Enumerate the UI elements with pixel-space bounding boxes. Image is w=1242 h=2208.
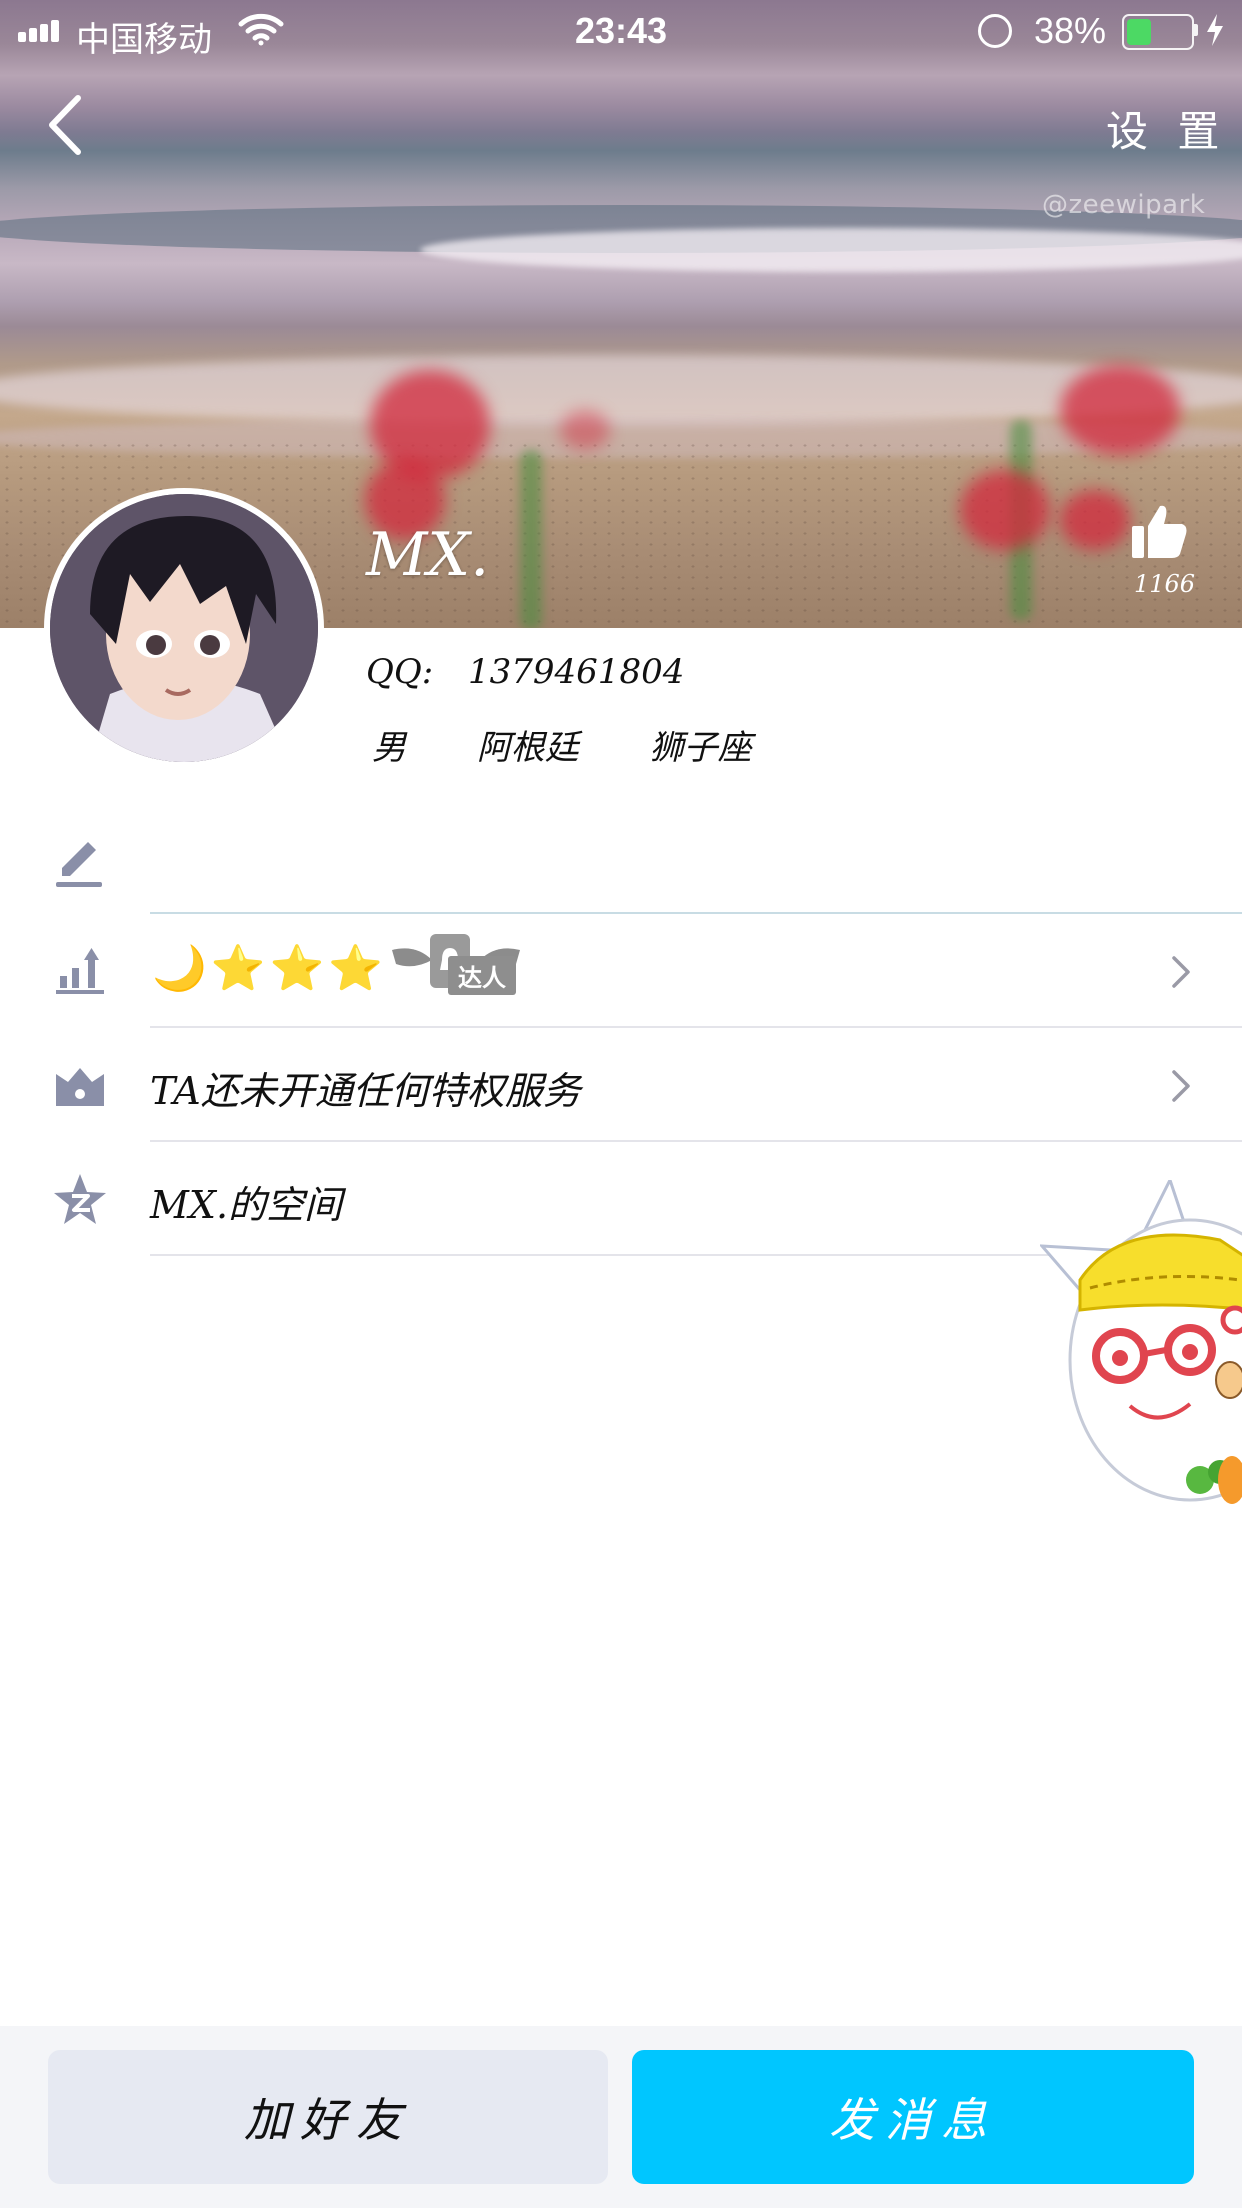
chevron-right-icon[interactable] <box>1168 952 1194 992</box>
row-divider <box>150 1026 1242 1028</box>
space-text[interactable]: MX.的空间 <box>150 1174 342 1229</box>
send-message-button[interactable]: 发消息 <box>632 2050 1194 2184</box>
qzone-star-icon[interactable] <box>52 1172 108 1228</box>
anime-boy-portrait <box>50 494 318 762</box>
add-friend-button[interactable]: 加好友 <box>48 2050 608 2184</box>
chevron-left-icon[interactable] <box>42 92 92 158</box>
cover-watermark: @zeewipark <box>1042 190 1206 220</box>
row-divider <box>150 912 1242 914</box>
avatar-image <box>50 494 318 762</box>
avatar[interactable] <box>44 488 324 768</box>
red-flower <box>560 410 610 450</box>
sea-foam <box>420 228 1242 272</box>
level-stars[interactable]: 🌙⭐⭐⭐ <box>152 942 387 994</box>
like-count: 1166 <box>1134 570 1196 598</box>
mascot-sticker[interactable] <box>1040 1180 1242 1510</box>
level-chart-icon <box>56 948 104 994</box>
rotation-lock-icon <box>978 14 1012 48</box>
location: 阿根廷 <box>476 728 579 768</box>
zodiac: 狮子座 <box>649 728 752 768</box>
battery-percent: 38% <box>1034 10 1107 51</box>
crown-icon[interactable] <box>52 1058 108 1114</box>
profile-meta: 男 阿根廷 狮子座 <box>372 720 812 769</box>
battery-level <box>1127 19 1151 45</box>
edit-pen-icon[interactable] <box>52 836 108 892</box>
row-divider <box>150 1140 1242 1142</box>
settings-button[interactable]: 设 置 <box>1106 98 1227 159</box>
red-flower <box>960 470 1050 550</box>
chevron-right-icon[interactable] <box>1168 1066 1194 1106</box>
flower-stem <box>520 450 542 628</box>
qq-number-line: QQ: 1379461804 <box>366 652 684 692</box>
gender: 男 <box>372 728 406 768</box>
privilege-text[interactable]: TA还未开通任何特权服务 <box>150 1060 581 1115</box>
talent-badge: 达人 <box>448 956 516 995</box>
status-bar: 中国移动 23:43 38% <box>0 0 1242 62</box>
battery-tip <box>1194 24 1198 36</box>
charging-bolt-icon <box>1207 14 1223 46</box>
profile-name: MX. <box>366 520 490 590</box>
shore-foam <box>0 355 1242 425</box>
thumbs-up-icon[interactable] <box>1128 500 1192 564</box>
red-flower <box>1060 490 1130 550</box>
qq-label: QQ: <box>366 652 434 692</box>
qq-number: 1379461804 <box>468 652 685 692</box>
battery-icon <box>1122 14 1194 50</box>
red-flower <box>1060 365 1180 455</box>
